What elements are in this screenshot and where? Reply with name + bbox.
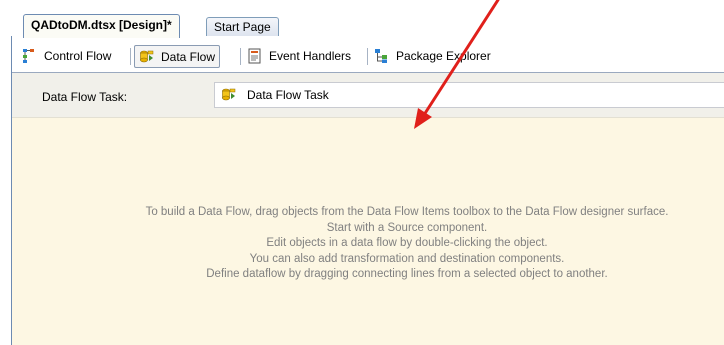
package-designer: Control Flow Data Flow Event Handlers Pa… [11, 36, 724, 345]
control-flow-icon [22, 48, 38, 64]
tab-label: QADtoDM.dtsx [Design]* [31, 18, 172, 32]
data-flow-icon [139, 49, 155, 65]
designer-tab-bar: Control Flow Data Flow Event Handlers Pa… [12, 36, 724, 73]
hint-line: Edit objects in a data flow by double-cl… [266, 237, 548, 249]
tab-event-handlers[interactable]: Event Handlers [243, 45, 355, 67]
hint-line: Start with a Source component. [326, 221, 488, 234]
data-flow-design-surface[interactable]: To build a Data Flow, drag objects from … [12, 118, 724, 345]
tab-label: Data Flow [161, 49, 216, 64]
data-flow-task-label: Data Flow Task: [42, 90, 128, 104]
data-flow-task-bar: Data Flow Task: Data Flow Task [12, 73, 724, 118]
tab-start-page[interactable]: Start Page [206, 17, 279, 37]
hint-line: You can also add transformation and dest… [249, 252, 565, 265]
tab-label: Control Flow [44, 49, 112, 63]
tab-separator [130, 48, 131, 65]
tab-data-flow[interactable]: Data Flow [134, 45, 221, 68]
hint-line: To build a Data Flow, drag objects from … [145, 206, 669, 218]
hint-line: Define dataflow by dragging connecting l… [206, 268, 608, 280]
tab-separator [240, 48, 241, 65]
tab-label: Start Page [214, 20, 271, 34]
tab-label: Package Explorer [396, 49, 491, 63]
tab-separator [367, 48, 368, 65]
tab-package-explorer[interactable]: Package Explorer [370, 45, 495, 67]
document-tab-strip: QADtoDM.dtsx [Design]* Start Page [0, 0, 724, 38]
tab-control-flow[interactable]: Control Flow [18, 45, 115, 67]
tab-label: Event Handlers [269, 49, 352, 63]
package-explorer-icon [374, 48, 390, 64]
data-flow-task-value: Data Flow Task [247, 88, 329, 102]
data-flow-task-select[interactable]: Data Flow Task [214, 82, 724, 108]
data-flow-task-icon [221, 87, 237, 103]
event-handlers-icon [247, 48, 263, 64]
design-surface-hint: To build a Data Flow, drag objects from … [92, 205, 722, 283]
tab-qadtodm-design[interactable]: QADtoDM.dtsx [Design]* [23, 14, 180, 38]
